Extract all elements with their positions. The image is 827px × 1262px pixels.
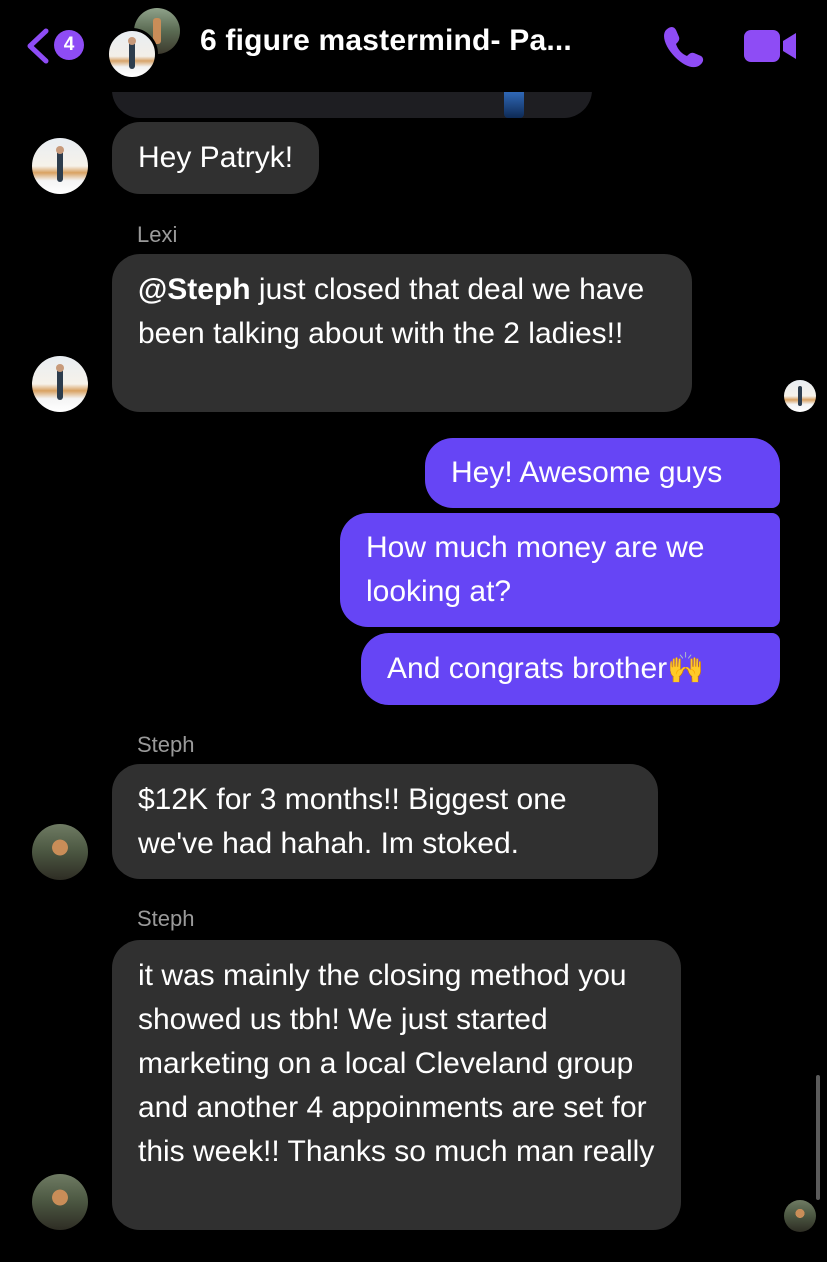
message-text: How much money are we looking at? (366, 531, 705, 608)
mention-link[interactable]: @Steph (138, 273, 251, 306)
scrollbar[interactable] (816, 1075, 820, 1200)
video-call-button[interactable] (742, 28, 798, 64)
message-bubble[interactable]: Hey! Awesome guys (425, 438, 780, 508)
sender-avatar-steph[interactable] (32, 1174, 88, 1230)
sender-name: Steph (137, 732, 195, 757)
sender-avatar-lexi[interactable] (32, 138, 88, 194)
voice-call-button[interactable] (660, 24, 706, 68)
sender-name: Lexi (137, 222, 178, 247)
unread-count-badge: 4 (54, 30, 84, 60)
message-text: Hey Patryk! (138, 141, 294, 174)
group-avatar[interactable] (106, 6, 182, 82)
message-text: And congrats brother🙌 (387, 652, 705, 685)
message-bubble[interactable]: And congrats brother🙌 (361, 633, 780, 705)
chevron-left-icon (27, 28, 49, 64)
message-bubble[interactable]: How much money are we looking at? (340, 513, 780, 627)
sender-avatar-steph[interactable] (32, 824, 88, 880)
message-bubble[interactable]: Hey Patryk! (112, 122, 320, 194)
message-bubble[interactable]: @Steph just closed that deal we have bee… (112, 254, 692, 412)
chat-header: 4 6 figure mastermind- Pa... (0, 0, 827, 92)
sender-name: Steph (137, 906, 195, 931)
read-receipt-avatar (784, 1200, 816, 1232)
message-text: it was mainly the closing method you sho… (138, 959, 655, 1168)
message-text: Hey! Awesome guys (451, 456, 723, 489)
video-camera-icon (744, 30, 796, 62)
member-avatar-lexi (106, 28, 158, 80)
read-receipt-avatar (784, 380, 816, 412)
back-button[interactable]: 4 (24, 26, 94, 64)
sender-avatar-lexi[interactable] (32, 356, 88, 412)
message-bubble[interactable]: $12K for 3 months!! Biggest one we've ha… (112, 764, 658, 879)
conversation-title[interactable]: 6 figure mastermind- Pa... (200, 24, 572, 58)
message-text: $12K for 3 months!! Biggest one we've ha… (138, 783, 567, 860)
phone-icon (664, 27, 704, 68)
message-bubble[interactable]: it was mainly the closing method you sho… (112, 940, 681, 1230)
